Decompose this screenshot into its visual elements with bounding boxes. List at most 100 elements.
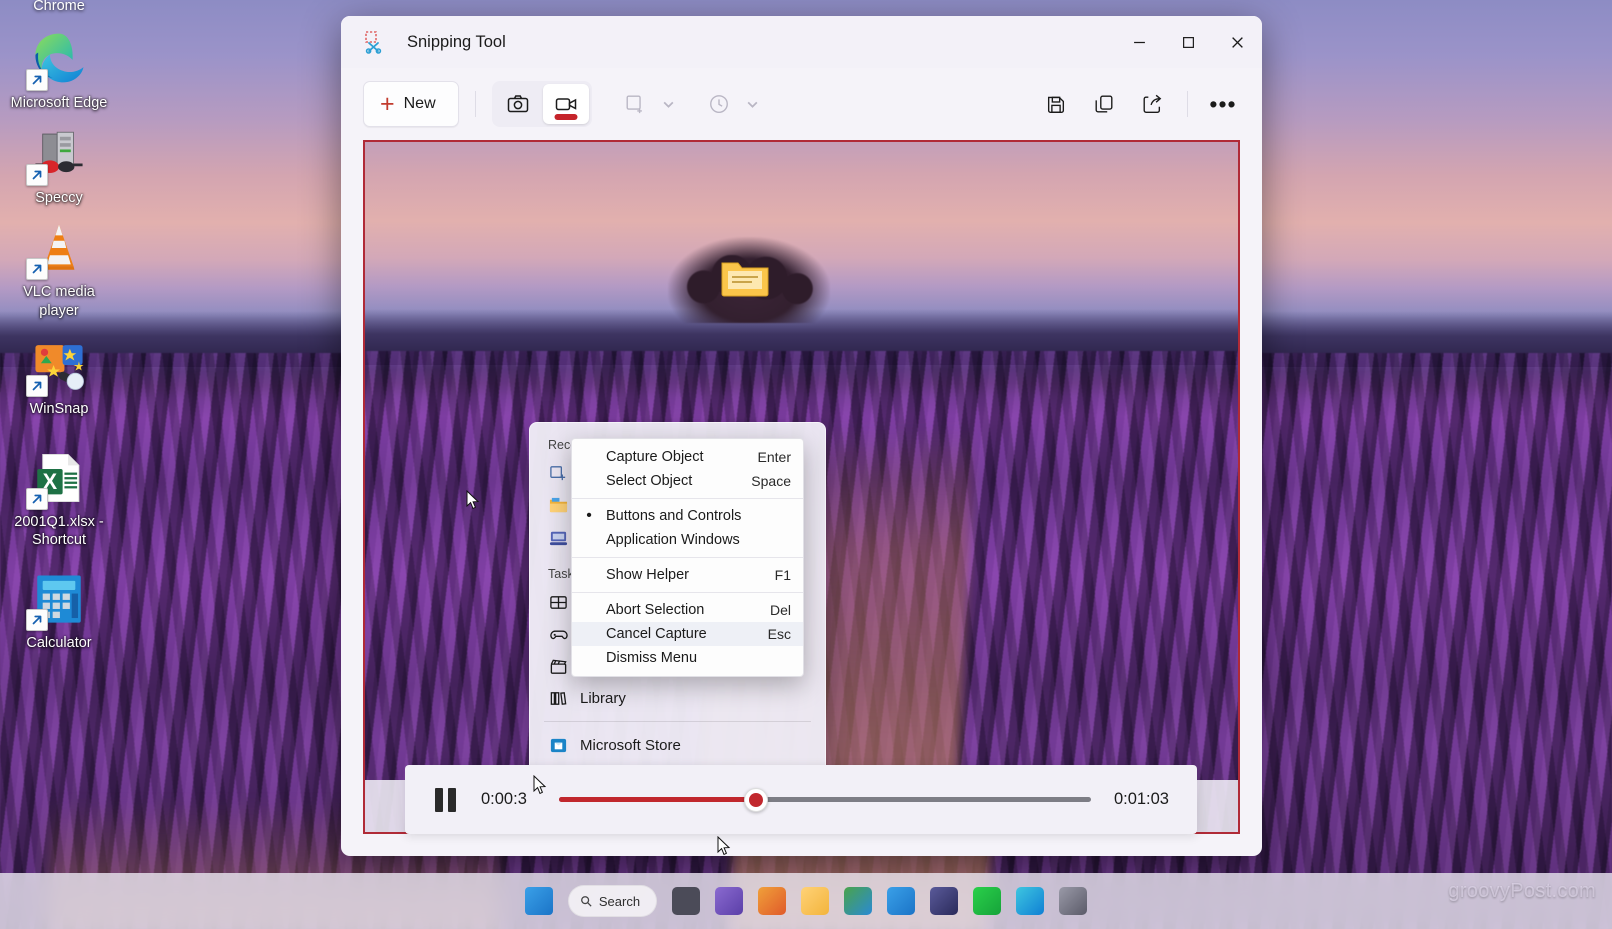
context-menu-item[interactable]: Cancel CaptureEsc: [572, 622, 803, 646]
context-menu-item-shortcut: Space: [751, 473, 791, 489]
new-button[interactable]: + New: [363, 81, 459, 127]
context-menu-item-shortcut: Esc: [768, 626, 791, 642]
folder-icon: [720, 255, 770, 297]
calculator-icon: [28, 568, 90, 630]
shortcut-arrow-icon: [26, 488, 48, 510]
recording-capture-area: Recently added: [363, 140, 1240, 834]
context-menu-item[interactable]: Abort SelectionDel: [572, 598, 803, 622]
context-menu-divider: [572, 557, 803, 558]
desktop-icon-label: Microsoft Edge: [11, 94, 108, 113]
context-menu-divider: [572, 498, 803, 499]
plus-icon: +: [380, 92, 395, 117]
snip-shape-chevron-down-icon[interactable]: [656, 84, 682, 124]
vlc-taskbar-button[interactable]: [930, 887, 958, 915]
start-button[interactable]: [525, 887, 553, 915]
mouse-cursor-taskbar: [717, 836, 731, 856]
context-menu-item[interactable]: •Buttons and Controls: [572, 504, 803, 528]
screenshot-mode-button[interactable]: [495, 84, 541, 124]
toolbar-divider-right: [1187, 91, 1188, 117]
desktop-icon-calculator[interactable]: Calculator: [0, 568, 118, 653]
snipping-tool-icon: [363, 30, 387, 54]
copy-button[interactable]: [1083, 83, 1125, 125]
more-options-button[interactable]: •••: [1202, 83, 1244, 125]
context-menu-item[interactable]: Dismiss Menu: [572, 646, 803, 670]
app-install-icon: [548, 463, 568, 483]
chrome-taskbar-button[interactable]: [844, 887, 872, 915]
save-button[interactable]: [1035, 83, 1077, 125]
desktop-icon-excel-shortcut[interactable]: X 2001Q1.xlsx - Shortcut: [0, 447, 118, 550]
capture-mode-group: [492, 81, 592, 127]
total-time-label: 0:01:03: [1107, 790, 1169, 809]
shortcut-arrow-icon: [26, 609, 48, 631]
recording-indicator: [554, 114, 577, 120]
context-menu-item[interactable]: Show HelperF1: [572, 563, 803, 587]
new-button-label: New: [404, 95, 436, 113]
recording-playback-bar: 0:00:3 0:01:03: [405, 765, 1197, 834]
desktop-icon-vlc-media-player[interactable]: VLC media player: [0, 217, 118, 320]
context-menu-item-label: Cancel Capture: [606, 626, 768, 642]
start-menu-item-label: Microsoft Store: [580, 737, 681, 754]
context-menu-item-label: Application Windows: [606, 532, 791, 548]
edge-icon: [28, 28, 90, 90]
microsoft-store-taskbar-button[interactable]: [758, 887, 786, 915]
delay-button[interactable]: [698, 83, 740, 125]
mouse-cursor-capture: [466, 490, 480, 510]
desktop-icon-microsoft-edge[interactable]: Microsoft Edge: [0, 28, 118, 113]
toolbar-divider: [475, 91, 476, 117]
desktop-icon-label: Calculator: [26, 634, 91, 653]
mail-taskbar-button[interactable]: [887, 887, 915, 915]
snipping-tool-taskbar-button[interactable]: [715, 887, 743, 915]
context-menu-item[interactable]: Select ObjectSpace: [572, 469, 803, 493]
start-menu-microsoft-store[interactable]: Microsoft Store: [530, 729, 825, 761]
vlc-icon: [28, 217, 90, 279]
video-mode-button[interactable]: [543, 84, 589, 124]
desktop-icon-label: WinSnap: [30, 400, 89, 419]
context-menu-item-shortcut: Del: [770, 602, 791, 618]
context-menu-item-label: Select Object: [606, 473, 751, 489]
context-menu-item-label: Capture Object: [606, 449, 758, 465]
pause-button[interactable]: [435, 787, 465, 813]
host-taskbar: Search: [0, 873, 1612, 929]
snip-shape-button[interactable]: [614, 83, 656, 125]
delay-chevron-down-icon[interactable]: [740, 84, 766, 124]
desktop-icon-label: VLC media player: [3, 283, 115, 320]
microsoft-store-icon: [548, 735, 568, 755]
mouse-cursor-playbar: [533, 775, 547, 795]
desktop-icon-label-chrome-partial: Chrome: [0, 0, 118, 14]
spotify-taskbar-button[interactable]: [973, 887, 1001, 915]
shortcut-arrow-icon: [26, 258, 48, 280]
shortcut-arrow-icon: [26, 69, 48, 91]
playback-track[interactable]: [559, 789, 1091, 811]
toolbar-right-group: •••: [1035, 83, 1244, 125]
close-button[interactable]: [1213, 16, 1262, 68]
context-menu-item[interactable]: Capture ObjectEnter: [572, 445, 803, 469]
share-button[interactable]: [1131, 83, 1173, 125]
window-controls: [1115, 16, 1262, 68]
speccy-icon: [28, 123, 90, 185]
excel-file-icon: X: [28, 447, 90, 509]
context-menu-item-shortcut: F1: [775, 567, 791, 583]
gamepad-icon: [548, 624, 568, 644]
desktop-icon-label: Speccy: [35, 189, 83, 208]
roundedtb-icon: [548, 527, 568, 547]
search-icon: [580, 895, 592, 907]
desktop-icon-speccy[interactable]: Speccy: [0, 123, 118, 208]
capture-canvas-wrapper: Recently added: [341, 140, 1262, 856]
selected-bullet-icon: •: [572, 508, 606, 524]
file-explorer-taskbar-button[interactable]: [801, 887, 829, 915]
context-menu-item-shortcut: Enter: [758, 449, 791, 465]
settings-taskbar-button[interactable]: [1059, 887, 1087, 915]
context-menu-item[interactable]: Application Windows: [572, 528, 803, 552]
maximize-button[interactable]: [1164, 16, 1213, 68]
context-menu-item-label: Abort Selection: [606, 602, 770, 618]
desktop-icon-column: Microsoft Edge Speccy: [0, 28, 118, 662]
playback-scrubber-handle[interactable]: [744, 788, 768, 812]
desktop-icon-winsnap[interactable]: WinSnap: [0, 334, 118, 419]
minimize-button[interactable]: [1115, 16, 1164, 68]
taskbar-search-button[interactable]: Search: [568, 885, 657, 917]
snipping-tool-window: Snipping Tool + New: [341, 16, 1262, 856]
task-view-button[interactable]: [672, 887, 700, 915]
window-title-bar[interactable]: Snipping Tool: [341, 16, 1262, 68]
start-menu-task-library[interactable]: Library: [530, 682, 825, 714]
edge-taskbar-button[interactable]: [1016, 887, 1044, 915]
